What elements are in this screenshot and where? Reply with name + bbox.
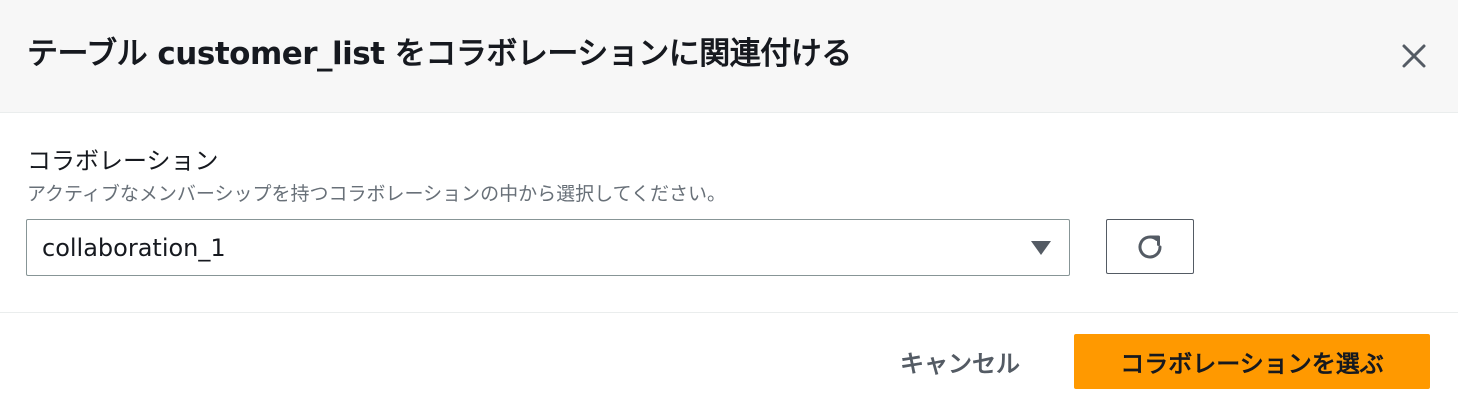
refresh-icon xyxy=(1138,235,1162,258)
close-button[interactable] xyxy=(1394,36,1434,76)
refresh-button[interactable] xyxy=(1106,219,1194,274)
collaboration-field-label: コラボレーション xyxy=(27,147,219,175)
choose-collaboration-button[interactable]: コラボレーションを選ぶ xyxy=(1074,334,1430,389)
caret-down-icon xyxy=(1031,241,1051,255)
close-icon xyxy=(1402,44,1426,68)
modal-header: テーブル customer_list をコラボレーションに関連付ける xyxy=(0,0,1458,113)
collaboration-select[interactable]: collaboration_1 xyxy=(26,219,1070,276)
modal-title: テーブル customer_list をコラボレーションに関連付ける xyxy=(27,36,852,72)
collaboration-field-description: アクティブなメンバーシップを持つコラボレーションの中から選択してください。 xyxy=(27,183,727,205)
collaboration-select-value: collaboration_1 xyxy=(42,234,226,262)
cancel-button[interactable]: キャンセル xyxy=(880,334,1040,389)
footer-divider xyxy=(0,312,1458,313)
associate-table-modal: テーブル customer_list をコラボレーションに関連付ける コラボレー… xyxy=(0,0,1458,402)
